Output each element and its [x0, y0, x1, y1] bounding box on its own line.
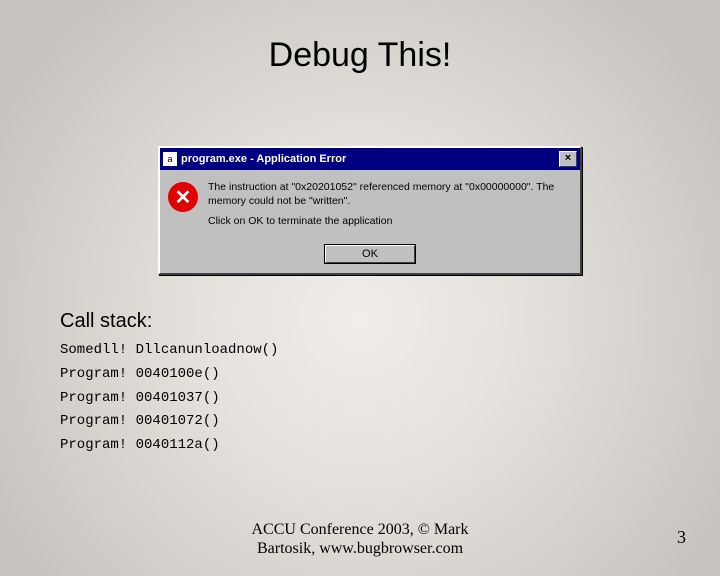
window-title: program.exe - Application Error [181, 153, 559, 165]
dialog-buttons: OK [160, 241, 580, 273]
error-message-1: The instruction at "0x20201052" referenc… [208, 180, 572, 208]
callstack-block: Call stack: Somedll! Dllcanunloadnow() P… [60, 310, 278, 458]
ok-button[interactable]: OK [325, 245, 415, 263]
callstack-heading: Call stack: [60, 310, 278, 333]
error-dialog: a program.exe - Application Error × ✕ Th… [158, 146, 582, 275]
error-message-2: Click on OK to terminate the application [208, 214, 572, 228]
stack-frame: Program! 0040100e() [60, 363, 278, 387]
error-icon: ✕ [168, 182, 198, 212]
dialog-body: ✕ The instruction at "0x20201052" refere… [160, 170, 580, 241]
footer-line-2: Bartosik, www.bugbrowser.com [0, 540, 720, 558]
stack-frame: Program! 00401037() [60, 387, 278, 411]
callstack-lines: Somedll! Dllcanunloadnow() Program! 0040… [60, 339, 278, 458]
close-button[interactable]: × [559, 151, 577, 167]
titlebar: a program.exe - Application Error × [160, 148, 580, 170]
dialog-text: The instruction at "0x20201052" referenc… [208, 180, 572, 235]
stack-frame: Somedll! Dllcanunloadnow() [60, 339, 278, 363]
stack-frame: Program! 00401072() [60, 410, 278, 434]
slide-number: 3 [677, 527, 686, 548]
footer-line-1: ACCU Conference 2003, © Mark [0, 521, 720, 539]
stack-frame: Program! 0040112a() [60, 434, 278, 458]
app-icon: a [163, 152, 177, 166]
slide-title: Debug This! [0, 36, 720, 75]
